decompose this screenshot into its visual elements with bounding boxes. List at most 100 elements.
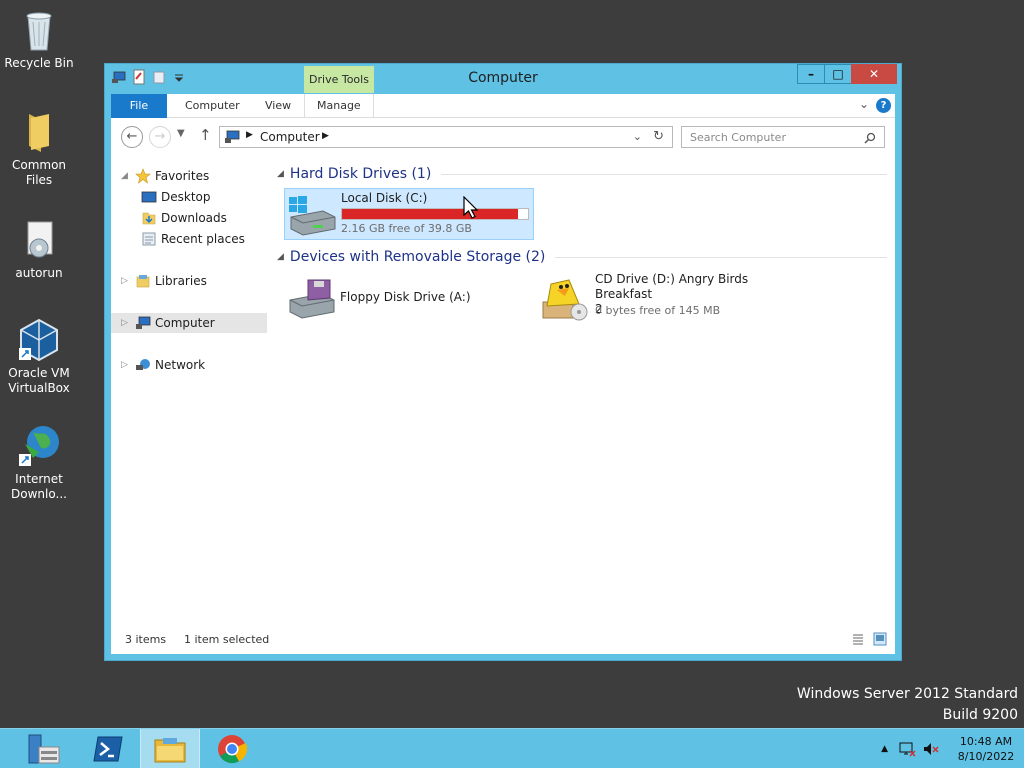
tab-view[interactable]: View xyxy=(253,94,303,118)
drive-free-space: 2.16 GB free of 39.8 GB xyxy=(341,222,472,235)
drive-cd-d[interactable]: CD Drive (D:) Angry Birds Breakfast 2 0 … xyxy=(539,272,789,324)
downloads-folder-icon xyxy=(142,212,156,225)
taskbar: ▲ 10:48 AM 8/10/2022 xyxy=(0,728,1024,768)
taskbar-server-manager[interactable] xyxy=(14,729,74,768)
sidebar-item-label: Network xyxy=(155,358,206,372)
address-bar[interactable]: ▶ Computer ▶ ⌄ ↻ xyxy=(219,126,673,148)
star-icon xyxy=(135,168,151,184)
file-explorer-icon xyxy=(154,738,186,763)
desktop-icon-common-files[interactable]: Common Files xyxy=(4,110,74,188)
sidebar-item-label: Desktop xyxy=(161,190,211,204)
maximize-button[interactable]: □ xyxy=(824,64,852,84)
powershell-icon xyxy=(93,736,123,762)
up-icon[interactable]: ↑ xyxy=(199,126,212,144)
clock-date: 8/10/2022 xyxy=(957,750,1015,763)
status-item-count: 3 items xyxy=(125,633,167,646)
settings-file-icon xyxy=(27,221,53,258)
taskbar-powershell[interactable] xyxy=(78,729,138,768)
desktop-icon-internet-download[interactable]: Internet Downlo... xyxy=(4,424,74,502)
desktop-icon-recycle-bin[interactable]: Recycle Bin xyxy=(4,8,74,71)
desktop-icon-label: Recycle Bin xyxy=(4,56,74,70)
desktop-icon-virtualbox[interactable]: Oracle VM VirtualBox xyxy=(4,318,74,396)
breadcrumb-separator-icon[interactable]: ▶ xyxy=(246,130,253,140)
libraries-icon xyxy=(136,275,150,288)
sidebar-item-network[interactable]: ▷ Network xyxy=(121,355,205,375)
desktop-icon-label: Oracle VM VirtualBox xyxy=(8,366,70,395)
collapse-group-icon[interactable]: ◢ xyxy=(277,169,284,179)
breadcrumb-computer[interactable]: Computer xyxy=(260,130,320,144)
address-dropdown-icon[interactable]: ⌄ xyxy=(633,130,642,143)
angry-birds-disc-icon xyxy=(542,279,588,321)
drive-usage-fill xyxy=(342,209,518,219)
system-clock[interactable]: 10:48 AM 8/10/2022 xyxy=(948,734,1024,764)
folder-icon xyxy=(29,114,49,152)
group-header-hard-disk-drives[interactable]: ◢ Hard Disk Drives (1) xyxy=(277,166,887,182)
status-bar: 3 items 1 item selected xyxy=(111,624,895,654)
navigation-bar: ← → ▼ ↑ ▶ Computer ▶ ⌄ ↻ Search Computer xyxy=(111,118,895,154)
virtualbox-icon xyxy=(19,318,58,362)
tab-file[interactable]: File xyxy=(111,94,167,118)
hard-drive-icon xyxy=(289,196,336,236)
drive-name-line1: CD Drive (D:) Angry Birds Breakfast xyxy=(595,272,749,301)
minimize-button[interactable]: – xyxy=(797,64,825,84)
drive-local-disk-c[interactable]: Local Disk (C:) 2.16 GB free of 39.8 GB xyxy=(284,188,534,240)
chrome-icon xyxy=(218,735,247,764)
collapse-ribbon-icon[interactable]: ⌄ xyxy=(859,97,869,111)
close-button[interactable]: ✕ xyxy=(851,64,897,84)
group-header-label: Hard Disk Drives (1) xyxy=(289,166,432,182)
recent-locations-icon[interactable]: ▼ xyxy=(177,128,185,139)
search-input[interactable]: Search Computer xyxy=(681,126,885,148)
sidebar-item-desktop[interactable]: Desktop xyxy=(141,187,211,207)
search-icon xyxy=(864,132,876,144)
tab-computer[interactable]: Computer xyxy=(173,94,252,118)
desktop-icon-label: Internet Downlo... xyxy=(11,472,67,501)
group-divider xyxy=(555,256,887,258)
group-header-removable-storage[interactable]: ◢ Devices with Removable Storage (2) xyxy=(277,249,887,265)
help-icon[interactable]: ? xyxy=(876,98,891,113)
navigation-pane: ◢ Favorites Desktop Downloads Recent pla… xyxy=(111,158,271,624)
sidebar-item-computer[interactable]: ▷ Computer xyxy=(111,313,267,333)
window-title: Computer xyxy=(468,70,538,86)
floppy-drive-icon xyxy=(289,279,335,319)
recycle-bin-icon xyxy=(26,12,52,51)
drive-free-space: 0 bytes free of 145 MB xyxy=(595,304,721,317)
refresh-icon[interactable]: ↻ xyxy=(653,129,664,144)
sidebar-item-label: Libraries xyxy=(155,274,207,288)
collapse-arrow-icon[interactable]: ◢ xyxy=(121,166,131,186)
group-divider xyxy=(441,173,887,175)
watermark-build: Build 9200 xyxy=(942,707,1018,723)
tab-manage[interactable]: Manage xyxy=(304,94,374,118)
large-icons-view-icon[interactable] xyxy=(873,632,887,646)
desktop-icon-label: autorun xyxy=(15,266,63,280)
sidebar-item-recent-places[interactable]: Recent places xyxy=(141,229,245,249)
taskbar-file-explorer[interactable] xyxy=(140,729,200,768)
watermark-edition: Windows Server 2012 Standard xyxy=(796,686,1018,702)
drive-name: Floppy Disk Drive (A:) xyxy=(340,290,471,304)
forward-button[interactable]: → xyxy=(149,126,171,148)
collapse-group-icon[interactable]: ◢ xyxy=(277,252,284,262)
sidebar-item-downloads[interactable]: Downloads xyxy=(141,208,227,228)
desktop-icon-autorun[interactable]: autorun xyxy=(4,218,74,281)
sidebar-item-label: Favorites xyxy=(155,169,210,183)
drive-floppy-a[interactable]: Floppy Disk Drive (A:) xyxy=(284,272,534,324)
network-status-icon[interactable] xyxy=(898,741,916,757)
network-icon xyxy=(136,359,150,370)
explorer-window: Drive Tools Computer – □ ✕ File Computer… xyxy=(104,63,902,661)
back-button[interactable]: ← xyxy=(121,126,143,148)
taskbar-chrome[interactable] xyxy=(202,729,262,768)
expand-arrow-icon[interactable]: ▷ xyxy=(121,271,131,291)
search-placeholder: Search Computer xyxy=(690,131,786,144)
title-bar[interactable]: Drive Tools Computer – □ ✕ xyxy=(105,64,901,94)
volume-muted-icon[interactable] xyxy=(922,741,940,757)
details-view-icon[interactable] xyxy=(851,632,865,646)
show-hidden-icons-icon[interactable]: ▲ xyxy=(881,744,888,754)
sidebar-item-label: Recent places xyxy=(161,232,245,246)
expand-arrow-icon[interactable]: ▷ xyxy=(121,355,131,375)
sidebar-item-favorites[interactable]: ◢ Favorites xyxy=(121,166,209,186)
sidebar-item-label: Downloads xyxy=(161,211,227,225)
mouse-cursor-icon xyxy=(463,196,479,219)
sidebar-item-libraries[interactable]: ▷ Libraries xyxy=(121,271,207,291)
computer-icon xyxy=(136,316,151,329)
expand-arrow-icon[interactable]: ▷ xyxy=(121,313,131,333)
breadcrumb-chevron-icon[interactable]: ▶ xyxy=(322,131,329,141)
